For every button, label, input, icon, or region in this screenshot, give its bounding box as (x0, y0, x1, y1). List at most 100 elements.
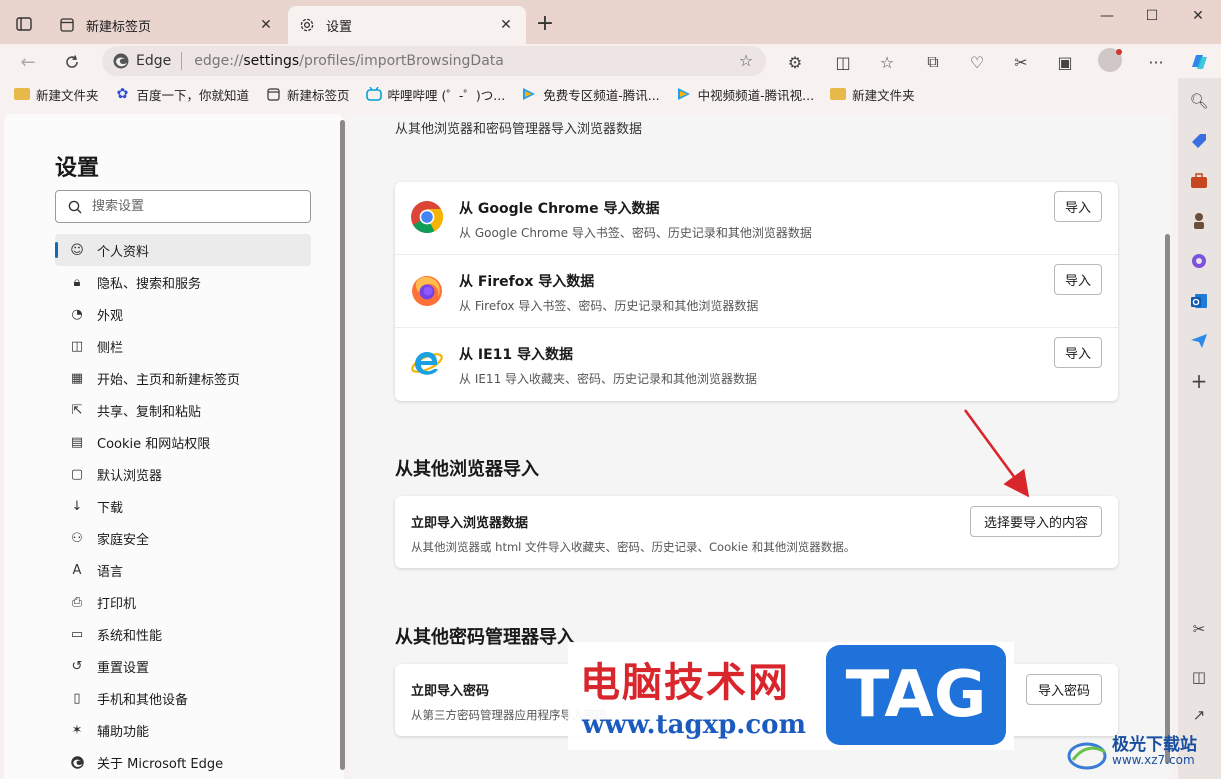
firefox-icon (412, 276, 442, 306)
tab-actions-button[interactable] (10, 10, 38, 38)
nav-item-printers[interactable]: ⎙ 打印机 (55, 586, 311, 618)
bilibili-icon (365, 86, 382, 102)
sidebar-toggle-icon[interactable]: ◫ (1188, 666, 1210, 688)
nav-item-about[interactable]: 关于 Microsoft Edge (55, 746, 311, 778)
maximize-button[interactable]: ☐ (1137, 8, 1167, 26)
favorite-item[interactable]: 新建标签页 (265, 85, 350, 104)
favorite-item[interactable]: 免费专区频道-腾讯... (521, 85, 660, 104)
tab-title: 新建标签页 (86, 19, 152, 35)
folder-icon (830, 86, 847, 102)
settings-nav: 设置 ☺个人资料 🔒︎隐私、搜索和服务 ◔外观 ◫侧栏 ▦开始、主页和新建标签页… (4, 114, 345, 779)
edge-icon (113, 53, 129, 69)
split-screen-icon[interactable]: ◫ (830, 49, 856, 75)
favorite-item[interactable]: 新建文件夹 (830, 85, 915, 104)
favorite-item[interactable]: 哔哩哔哩 (゜-゜)つ... (365, 85, 505, 104)
sidebar-icon: ◫ (70, 338, 84, 354)
screenshot-icon[interactable]: ✂ (1188, 618, 1210, 640)
nav-item-sidebar[interactable]: ◫ 侧栏 (55, 330, 311, 362)
performance-icon[interactable]: ♡ (964, 49, 990, 75)
printer-icon: ⎙ (71, 594, 83, 610)
screenshot-icon[interactable]: ✂ (1008, 49, 1034, 75)
microsoft365-icon[interactable] (1188, 250, 1210, 272)
window-close-button[interactable]: ✕ (1183, 8, 1213, 26)
import-chrome-button[interactable]: 导入 (1054, 191, 1102, 222)
row-description: 从 Firefox 导入书签、密码、历史记录和其他浏览器数据 (459, 299, 759, 313)
import-row-chrome: 从 Google Chrome 导入数据 从 Google Chrome 导入书… (395, 182, 1118, 255)
close-icon[interactable]: ✕ (496, 15, 516, 35)
baidu-icon: ✿ (116, 86, 129, 102)
tencent-video-icon (676, 86, 692, 102)
search-input[interactable] (92, 199, 292, 214)
nav-scrollbar[interactable] (340, 120, 345, 770)
add-icon[interactable]: + (1188, 369, 1210, 393)
copilot-icon[interactable] (1186, 49, 1212, 75)
open-external-icon[interactable]: ↗ (1188, 704, 1210, 726)
reset-icon: ↺ (71, 658, 83, 674)
search-icon[interactable]: 🔍︎ (1188, 90, 1210, 112)
edge-icon (69, 754, 85, 770)
favorites-icon[interactable]: ☆ (874, 49, 900, 75)
settings-nav-list: ☺ 个人资料 🔒︎ 隐私、搜索和服务 ◔ 外观 ◫ 侧栏 ▦ 开始、主页和新建标签页 ⇱ 共… (55, 234, 311, 778)
address-bar[interactable]: Edge edge://settings/profiles/importBrow… (102, 46, 766, 76)
other-browsers-card: 立即导入浏览器数据 从其他浏览器或 html 文件导入收藏夹、密码、历史记录、C… (395, 496, 1118, 568)
collections-icon[interactable]: ⧉ (920, 49, 946, 75)
main-scrollbar[interactable] (1165, 234, 1170, 764)
edge-sidebar: 🔍︎ + ✂ ◫ ↗ (1178, 78, 1221, 779)
favorite-item[interactable]: 中视频频道-腾讯视... (676, 85, 814, 104)
extensions-icon[interactable]: ⚙ (782, 49, 808, 75)
nav-item-system[interactable]: ▭ 系统和性能 (55, 618, 311, 650)
nav-item-profile[interactable]: ☺ 个人资料 (55, 234, 311, 266)
newtab-icon (265, 86, 281, 102)
minimize-button[interactable]: — (1092, 8, 1122, 26)
nav-item-share[interactable]: ⇱ 共享、复制和粘贴 (55, 394, 311, 426)
nav-item-start-home[interactable]: ▦ 开始、主页和新建标签页 (55, 362, 311, 394)
nav-item-accessibility[interactable]: ✶ 辅助功能 (55, 714, 311, 746)
folder-icon (14, 86, 30, 102)
row-title: 从 Google Chrome 导入数据 (459, 201, 660, 217)
profile-icon: ☺ (70, 242, 84, 258)
row-description: 从 IE11 导入收藏夹、密码、历史记录和其他浏览器数据 (459, 372, 758, 386)
nav-item-downloads[interactable]: ↓ 下载 (55, 490, 311, 522)
intro-text: 从其他浏览器和密码管理器导入浏览器数据 (395, 122, 643, 137)
nav-item-privacy[interactable]: 🔒︎ 隐私、搜索和服务 (55, 266, 311, 298)
back-button[interactable]: ← (14, 48, 42, 76)
choose-import-content-button[interactable]: 选择要导入的内容 (970, 506, 1102, 537)
favorite-item[interactable]: ✿ 百度一下，你就知道 (115, 85, 249, 104)
nav-item-appearance[interactable]: ◔ 外观 (55, 298, 311, 330)
tencent-video-icon (521, 86, 537, 102)
tab-actions-icon (16, 17, 32, 31)
nav-item-default-browser[interactable]: ▢ 默认浏览器 (55, 458, 311, 490)
favorite-item[interactable]: 新建文件夹 (14, 85, 99, 104)
outlook-icon[interactable] (1188, 290, 1210, 312)
refresh-button[interactable] (58, 48, 86, 76)
nav-item-cookies[interactable]: ▤ Cookie 和网站权限 (55, 426, 311, 458)
chrome-icon (411, 201, 444, 234)
address-edge-label: Edge (136, 53, 172, 69)
games-icon[interactable] (1188, 210, 1210, 232)
nav-item-family[interactable]: ⚇ 家庭安全 (55, 522, 311, 554)
close-icon[interactable]: ✕ (256, 15, 276, 35)
import-firefox-button[interactable]: 导入 (1054, 264, 1102, 295)
search-box[interactable] (55, 190, 311, 223)
row-title: 从 Firefox 导入数据 (459, 274, 595, 290)
star-icon[interactable]: ☆ (736, 51, 756, 71)
gear-icon (298, 16, 316, 34)
new-tab-button[interactable]: + (532, 12, 558, 38)
tab-new-tab[interactable]: 新建标签页 ✕ (48, 6, 286, 44)
tools-icon[interactable] (1188, 170, 1210, 192)
tab-settings[interactable]: 设置 ✕ (288, 6, 526, 44)
section-title-password-managers: 从其他密码管理器导入 (395, 627, 575, 648)
annotation-arrow (963, 409, 1030, 498)
browser-essentials-icon[interactable]: ▣ (1052, 49, 1078, 75)
nav-item-phone[interactable]: ▯ 手机和其他设备 (55, 682, 311, 714)
shopping-icon[interactable] (1188, 130, 1210, 152)
send-icon[interactable] (1188, 330, 1210, 352)
address-url: edge://settings/profiles/importBrowsingD… (194, 53, 504, 69)
nav-item-languages[interactable]: A 语言 (55, 554, 311, 586)
more-icon[interactable]: ··· (1143, 49, 1169, 75)
import-ie11-button[interactable]: 导入 (1054, 337, 1102, 368)
row-description: 从 Google Chrome 导入书签、密码、历史记录和其他浏览器数据 (459, 226, 812, 240)
watermark-url: www.tagxp.com (582, 710, 807, 740)
import-passwords-button[interactable]: 导入密码 (1026, 674, 1102, 705)
nav-item-reset[interactable]: ↺ 重置设置 (55, 650, 311, 682)
